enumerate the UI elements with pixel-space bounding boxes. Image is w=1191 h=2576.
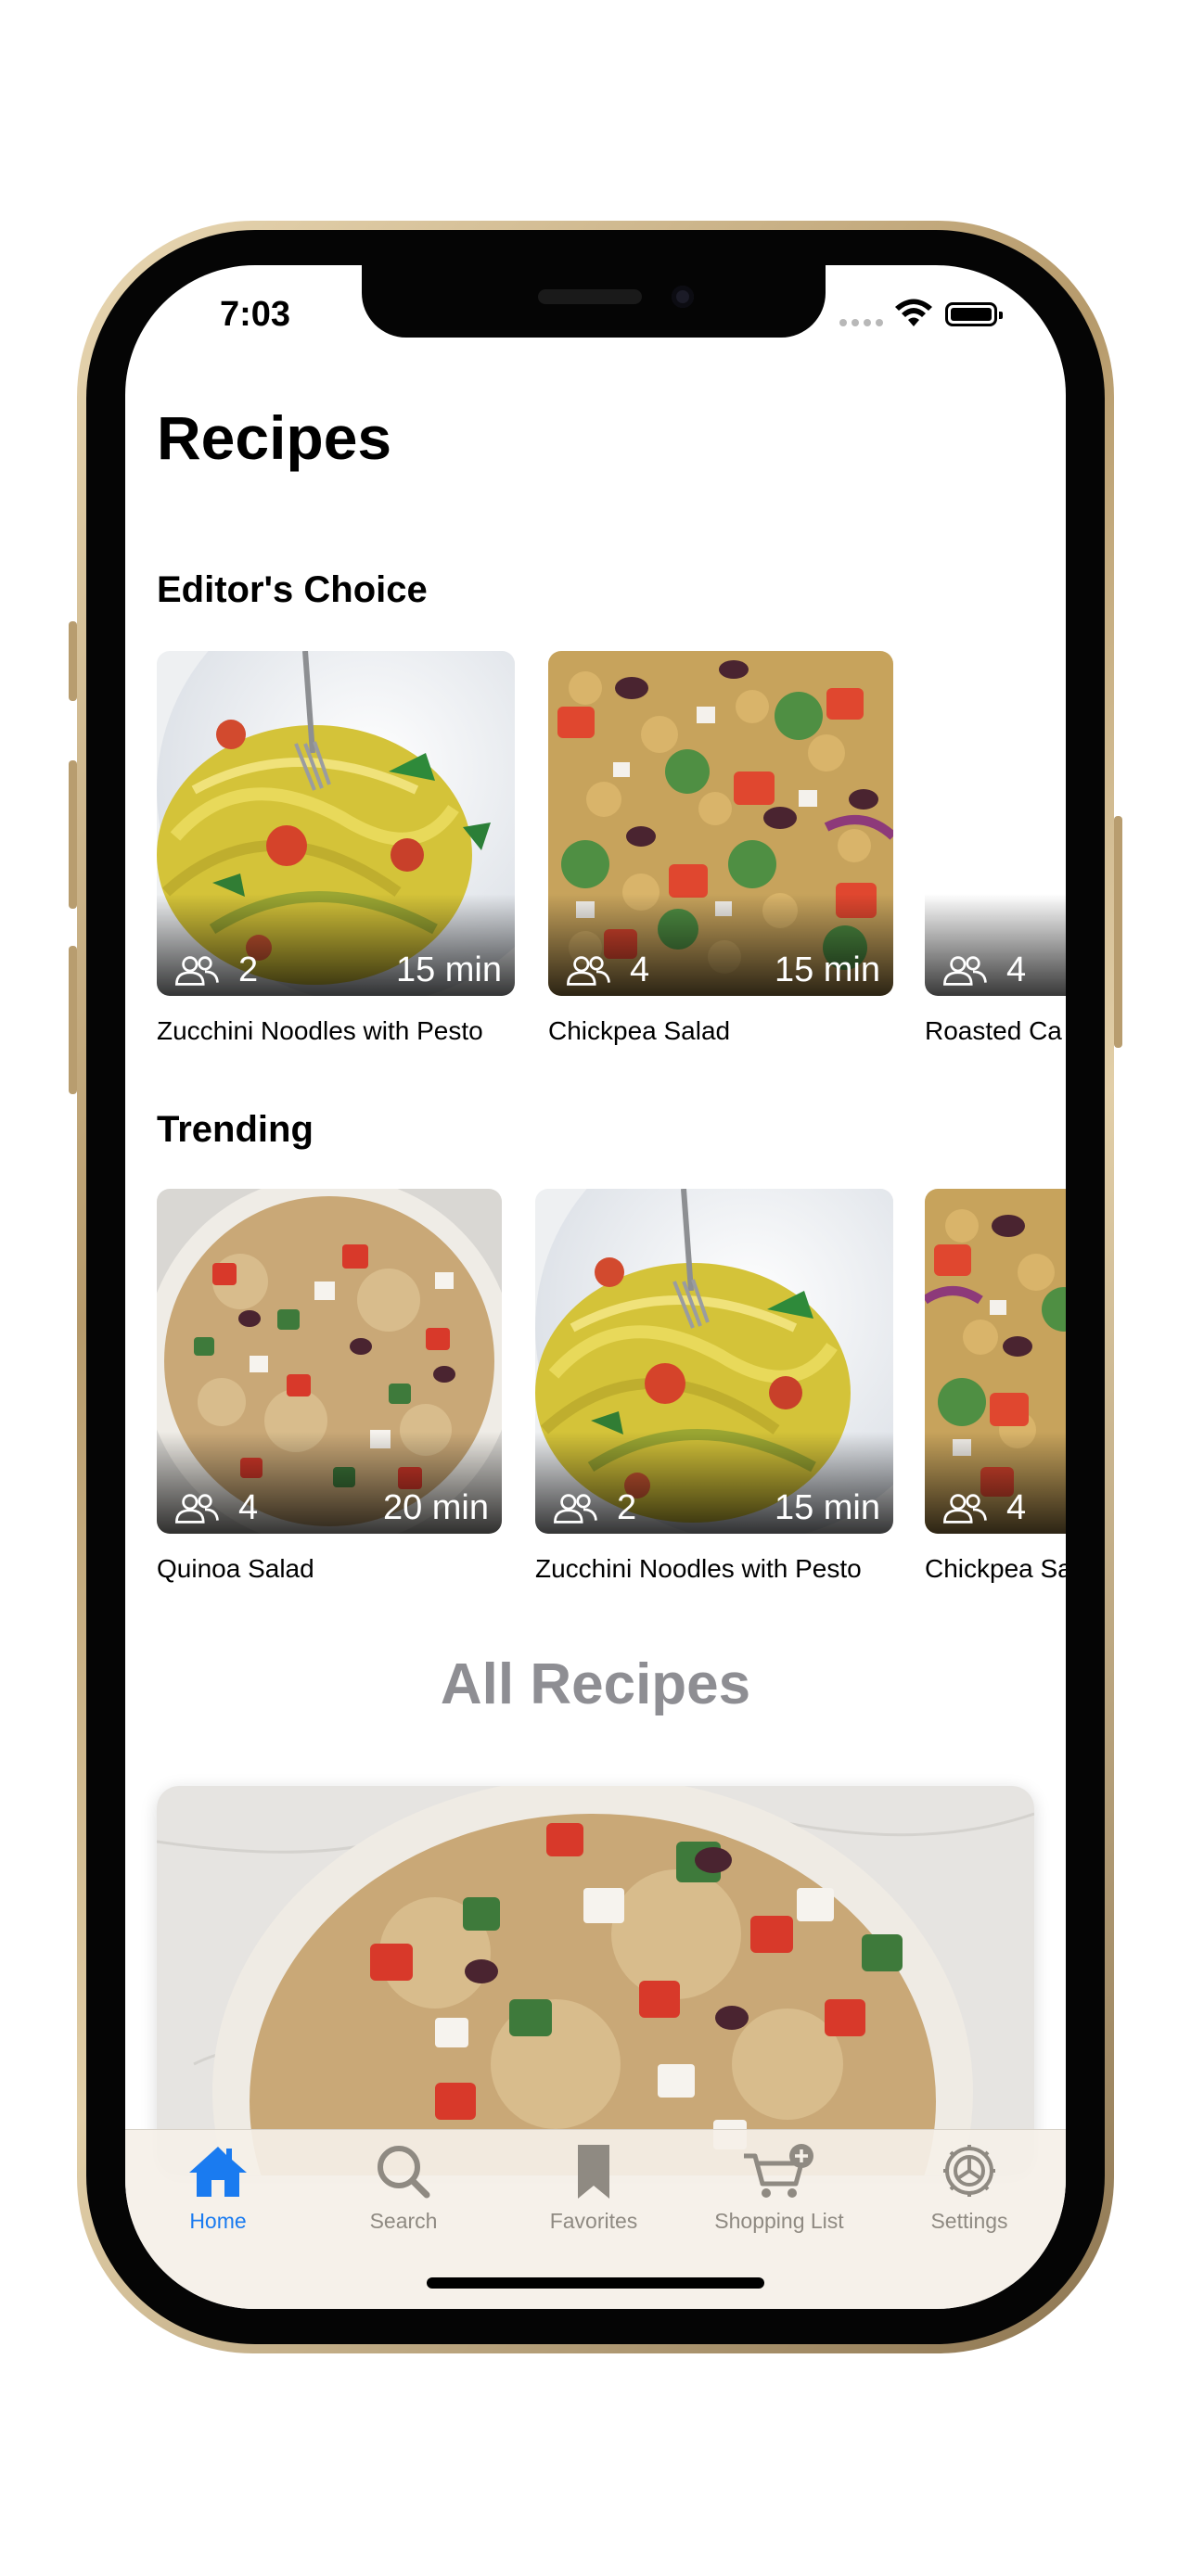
cook-time: 15 min [774, 1488, 880, 1527]
tab-label: Home [189, 2209, 247, 2233]
people-icon [172, 953, 222, 988]
bookmark-icon [578, 2145, 609, 2199]
tab-settings[interactable]: Settings [877, 2143, 1062, 2234]
battery-icon [945, 302, 1003, 326]
camera-icon [672, 286, 694, 308]
servings-count: 4 [630, 950, 650, 989]
recipe-card-title: Chickpea Sa [925, 1554, 1066, 1583]
recipe-card[interactable]: 2 15 min [157, 651, 515, 996]
servings-count: 4 [1006, 950, 1027, 989]
power-button [1114, 816, 1122, 1048]
cook-time: 15 min [774, 950, 880, 989]
servings-count: 4 [238, 1488, 259, 1527]
screen: 7:03 Recipes Editor's Choice 2 15 min Zu… [125, 265, 1066, 2309]
people-icon [550, 1491, 600, 1526]
tab-label: Shopping List [714, 2209, 844, 2233]
servings-count: 2 [238, 950, 259, 989]
tab-home[interactable]: Home [125, 2143, 311, 2234]
people-icon [940, 953, 990, 988]
quinoa-salad-image [157, 1786, 1034, 2175]
page-title: Recipes [157, 403, 392, 472]
section-title-editors-choice: Editor's Choice [157, 569, 428, 610]
people-icon [172, 1491, 222, 1526]
recipe-card-large[interactable] [157, 1786, 1034, 2175]
volume-up-button [69, 760, 77, 909]
home-indicator[interactable] [427, 2277, 764, 2289]
gear-icon [943, 2145, 995, 2197]
recipe-card[interactable]: 4 20 min [157, 1189, 502, 1534]
status-time: 7:03 [220, 295, 291, 334]
cook-time: 20 min [382, 1488, 489, 1527]
recipe-card-title: Zucchini Noodles with Pesto [157, 1016, 483, 1045]
notch [362, 265, 826, 338]
servings-count: 4 [1006, 1488, 1027, 1527]
magnifyingglass-icon [378, 2146, 430, 2199]
recipe-card-title: Chickpea Salad [548, 1016, 731, 1045]
cook-time: 15 min [395, 950, 502, 989]
section-title-trending: Trending [157, 1109, 314, 1150]
recipe-card-title: Roasted Ca [925, 1016, 1062, 1045]
section-title-all-recipes: All Recipes [440, 1652, 751, 1716]
tab-label: Settings [930, 2209, 1008, 2233]
tab-search[interactable]: Search [311, 2143, 496, 2234]
tab-shopping-list[interactable]: Shopping List [686, 2143, 872, 2234]
servings-count: 2 [617, 1488, 637, 1527]
tab-favorites[interactable]: Favorites [501, 2143, 686, 2234]
house-icon [189, 2147, 247, 2197]
recipe-card[interactable]: 4 [925, 1189, 1066, 1534]
recipe-card[interactable]: 4 [925, 651, 1066, 996]
people-icon [563, 953, 613, 988]
tab-label: Search [369, 2209, 438, 2233]
tab-label: Favorites [549, 2209, 638, 2233]
recipe-card-title: Zucchini Noodles with Pesto [535, 1554, 862, 1583]
volume-down-button [69, 946, 77, 1094]
side-button [69, 621, 77, 701]
recipe-card[interactable]: 2 15 min [535, 1189, 893, 1534]
recipe-card-title: Quinoa Salad [157, 1554, 314, 1583]
cart-plus-icon [744, 2144, 813, 2198]
cellular-signal-icon [839, 319, 883, 326]
wifi-icon [895, 299, 932, 326]
recipe-card[interactable]: 4 15 min [548, 651, 893, 996]
people-icon [940, 1491, 990, 1526]
